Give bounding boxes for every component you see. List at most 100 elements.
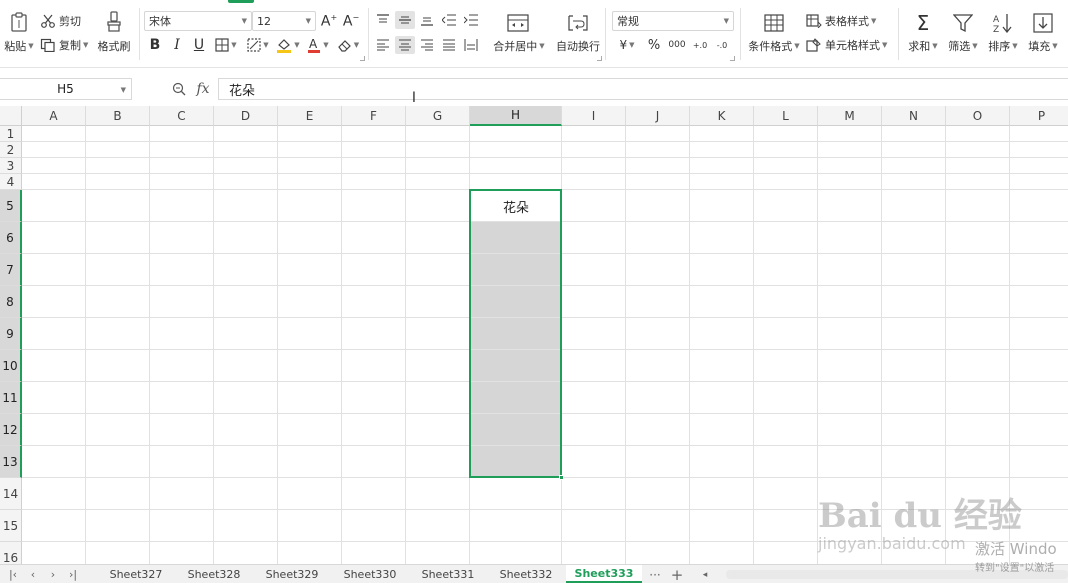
column-header-a[interactable]: A xyxy=(22,106,86,126)
cell-o8[interactable] xyxy=(946,286,1010,318)
cell-f1[interactable] xyxy=(342,126,406,142)
decrease-font-button[interactable]: A− xyxy=(342,11,360,31)
cell-c4[interactable] xyxy=(150,174,214,190)
increase-indent-button[interactable] xyxy=(462,11,480,29)
cell-b1[interactable] xyxy=(86,126,150,142)
borders-button[interactable]: ▼ xyxy=(212,36,240,54)
cell-l7[interactable] xyxy=(754,254,818,286)
cell-p2[interactable] xyxy=(1010,142,1068,158)
cell-m7[interactable] xyxy=(818,254,882,286)
cell-j9[interactable] xyxy=(626,318,690,350)
cell-h14[interactable] xyxy=(470,478,562,510)
row-header-15[interactable]: 15 xyxy=(0,510,22,542)
conditional-format-button[interactable]: 条件格式 ▼ xyxy=(746,38,802,54)
cell-d3[interactable] xyxy=(214,158,278,174)
cell-b9[interactable] xyxy=(86,318,150,350)
cell-l8[interactable] xyxy=(754,286,818,318)
cell-k13[interactable] xyxy=(690,446,754,478)
cell-g4[interactable] xyxy=(406,174,470,190)
cell-n9[interactable] xyxy=(882,318,946,350)
align-top-button[interactable] xyxy=(374,11,392,29)
increase-decimal-button[interactable]: +.0 xyxy=(690,36,710,54)
cell-h3[interactable] xyxy=(470,158,562,174)
cell-e16[interactable] xyxy=(278,542,342,564)
merge-center-button[interactable]: 合并居中 ▼ xyxy=(490,38,548,54)
cell-j10[interactable] xyxy=(626,350,690,382)
cell-b7[interactable] xyxy=(86,254,150,286)
cell-b15[interactable] xyxy=(86,510,150,542)
row-header-10[interactable]: 10 xyxy=(0,350,22,382)
cell-g9[interactable] xyxy=(406,318,470,350)
cell-i11[interactable] xyxy=(562,382,626,414)
cell-p6[interactable] xyxy=(1010,222,1068,254)
cell-l1[interactable] xyxy=(754,126,818,142)
cell-a14[interactable] xyxy=(22,478,86,510)
cell-b6[interactable] xyxy=(86,222,150,254)
cell-c11[interactable] xyxy=(150,382,214,414)
cell-n3[interactable] xyxy=(882,158,946,174)
column-header-m[interactable]: M xyxy=(818,106,882,126)
sheet-tab-sheet330[interactable]: Sheet330 xyxy=(332,565,408,583)
cell-h5[interactable]: 花朵 xyxy=(470,190,562,222)
cell-p8[interactable] xyxy=(1010,286,1068,318)
cell-f12[interactable] xyxy=(342,414,406,446)
cell-m4[interactable] xyxy=(818,174,882,190)
cell-f7[interactable] xyxy=(342,254,406,286)
cell-c9[interactable] xyxy=(150,318,214,350)
paste-button[interactable] xyxy=(2,10,36,34)
cell-g7[interactable] xyxy=(406,254,470,286)
row-header-3[interactable]: 3 xyxy=(0,158,22,174)
number-dialog-launcher[interactable] xyxy=(730,56,735,61)
cell-c8[interactable] xyxy=(150,286,214,318)
cell-p11[interactable] xyxy=(1010,382,1068,414)
cell-style-button[interactable]: 单元格样式 ▼ xyxy=(806,36,892,54)
cell-d13[interactable] xyxy=(214,446,278,478)
prev-sheet-button[interactable]: ‹ xyxy=(24,567,42,582)
percent-button[interactable]: % xyxy=(644,36,664,54)
cell-l6[interactable] xyxy=(754,222,818,254)
zoom-formula-button[interactable] xyxy=(170,80,188,98)
row-header-6[interactable]: 6 xyxy=(0,222,22,254)
cell-o3[interactable] xyxy=(946,158,1010,174)
cell-e5[interactable] xyxy=(278,190,342,222)
align-bottom-button[interactable] xyxy=(418,11,436,29)
row-header-11[interactable]: 11 xyxy=(0,382,22,414)
cell-m13[interactable] xyxy=(818,446,882,478)
cell-h6[interactable] xyxy=(470,222,562,254)
conditional-format-icon-button[interactable] xyxy=(760,11,788,35)
row-header-16[interactable]: 16 xyxy=(0,542,22,564)
align-left-button[interactable] xyxy=(374,36,392,54)
cell-e13[interactable] xyxy=(278,446,342,478)
cell-h16[interactable] xyxy=(470,542,562,564)
font-size-select[interactable]: 12 ▼ xyxy=(252,11,316,31)
cell-c1[interactable] xyxy=(150,126,214,142)
cell-d12[interactable] xyxy=(214,414,278,446)
cell-l15[interactable] xyxy=(754,510,818,542)
cell-h9[interactable] xyxy=(470,318,562,350)
cell-d4[interactable] xyxy=(214,174,278,190)
cell-h15[interactable] xyxy=(470,510,562,542)
cell-m5[interactable] xyxy=(818,190,882,222)
cell-c3[interactable] xyxy=(150,158,214,174)
cell-j6[interactable] xyxy=(626,222,690,254)
cell-a6[interactable] xyxy=(22,222,86,254)
cell-l11[interactable] xyxy=(754,382,818,414)
cell-b5[interactable] xyxy=(86,190,150,222)
cell-e7[interactable] xyxy=(278,254,342,286)
cell-d14[interactable] xyxy=(214,478,278,510)
cell-j8[interactable] xyxy=(626,286,690,318)
cell-k6[interactable] xyxy=(690,222,754,254)
select-all-corner[interactable] xyxy=(0,106,22,126)
cell-h1[interactable] xyxy=(470,126,562,142)
currency-button[interactable]: ¥ ▼ xyxy=(614,36,640,54)
cell-m11[interactable] xyxy=(818,382,882,414)
cell-f15[interactable] xyxy=(342,510,406,542)
cell-f13[interactable] xyxy=(342,446,406,478)
cell-k16[interactable] xyxy=(690,542,754,564)
column-header-h[interactable]: H xyxy=(470,106,562,126)
row-header-5[interactable]: 5 xyxy=(0,190,22,222)
cell-j2[interactable] xyxy=(626,142,690,158)
cell-n12[interactable] xyxy=(882,414,946,446)
cell-d7[interactable] xyxy=(214,254,278,286)
cell-o6[interactable] xyxy=(946,222,1010,254)
